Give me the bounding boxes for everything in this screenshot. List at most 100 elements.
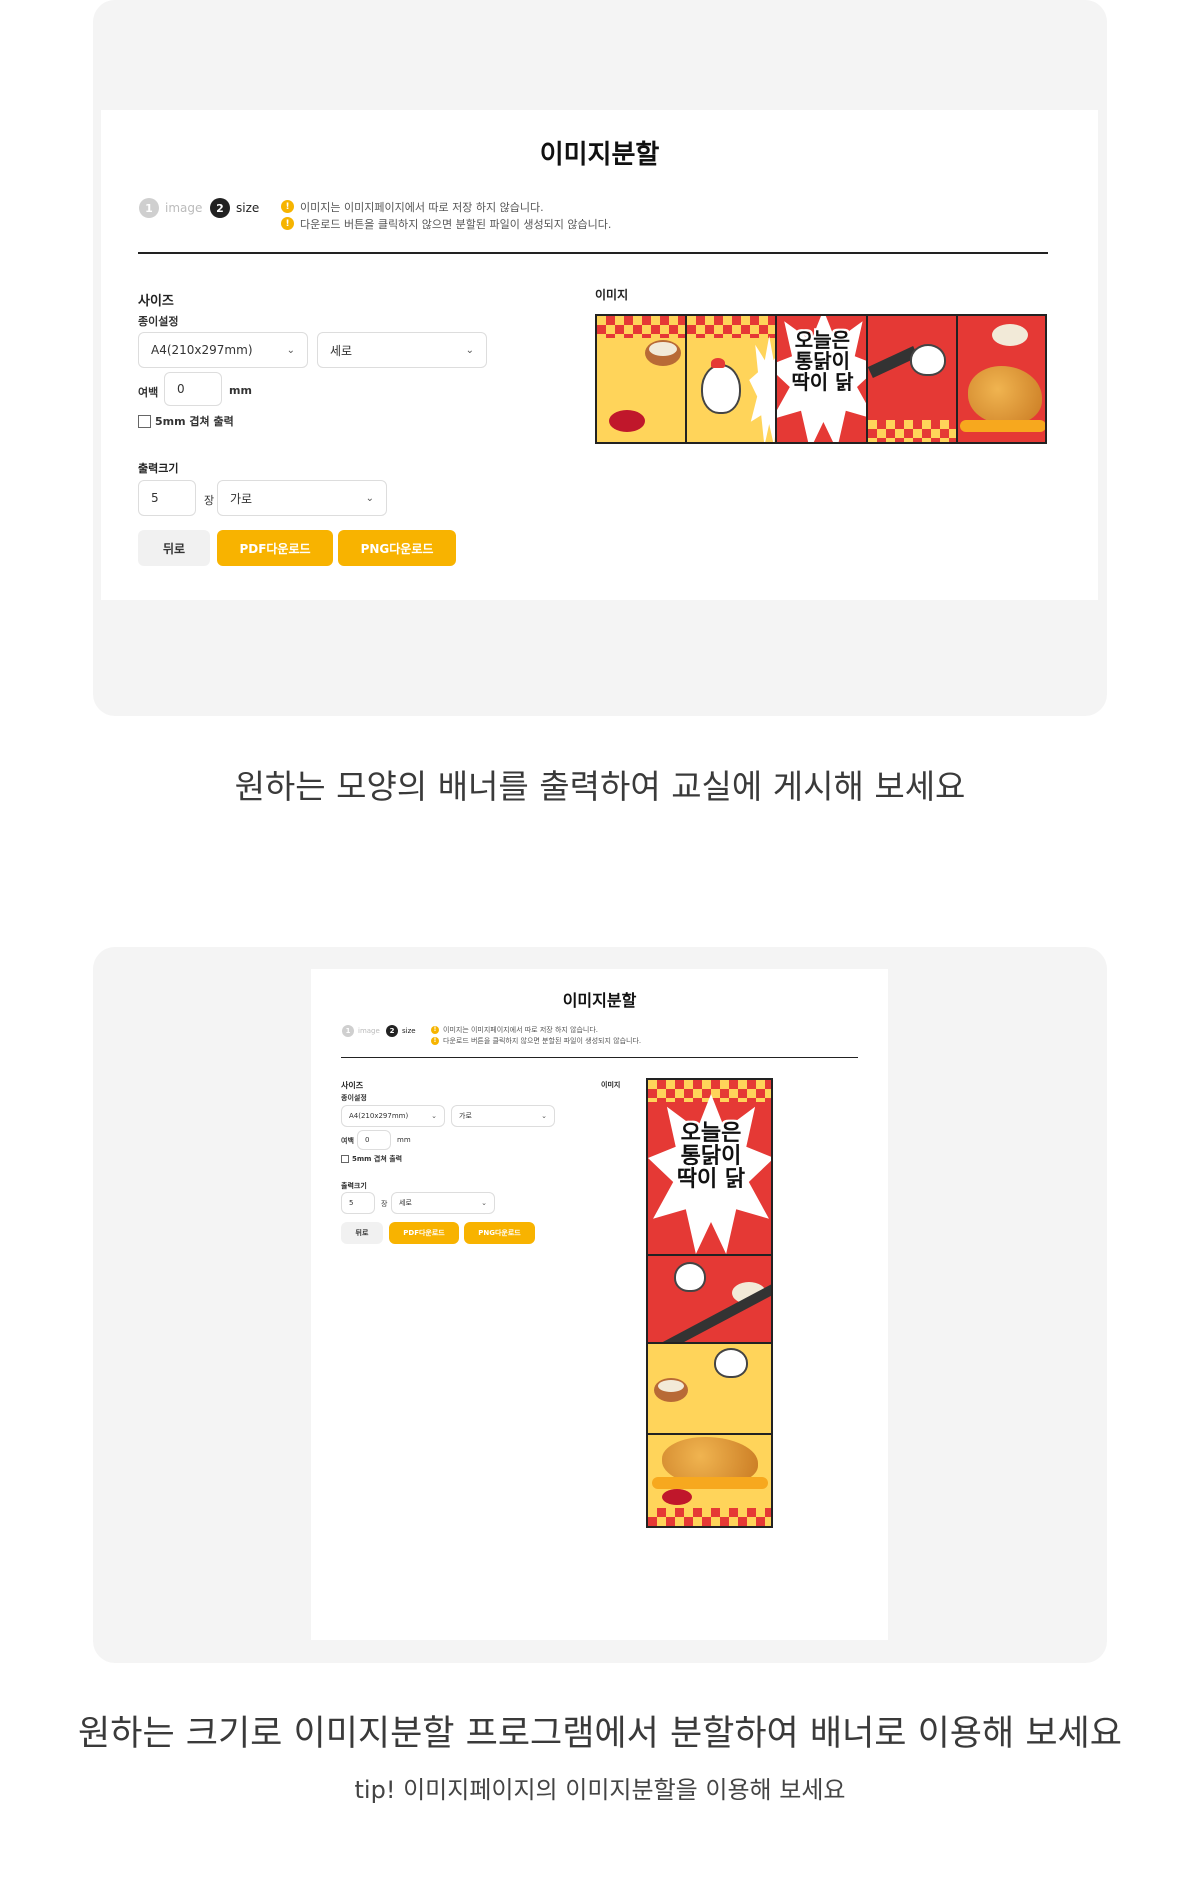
notice-text: 이미지는 이미지페이지에서 따로 저장 하지 않습니다.	[300, 200, 544, 214]
size-heading: 사이즈	[341, 1081, 364, 1090]
step-size[interactable]: 2 size	[386, 1025, 416, 1037]
warning-circle-icon: !	[281, 217, 294, 230]
count-unit: 장	[204, 494, 215, 507]
image-heading: 이미지	[601, 1081, 621, 1089]
margin-input[interactable]: 0	[164, 372, 222, 406]
banner-text: 오늘은 통닭이 딱이 닭	[652, 1122, 770, 1191]
direction-select[interactable]: 세로 ⌄	[391, 1192, 495, 1214]
count-value: 5	[151, 491, 159, 505]
caption-1: 원하는 모양의 배너를 출력하여 교실에 게시해 보세요	[234, 767, 966, 806]
margin-unit: mm	[397, 1136, 411, 1144]
margin-value: 0	[365, 1136, 370, 1144]
step-image[interactable]: 1 image	[139, 198, 202, 218]
banner-tile	[867, 316, 958, 442]
select-value: 세로	[330, 343, 353, 358]
back-button[interactable]: 뒤로	[341, 1222, 383, 1244]
banner-tile: 오늘은 통닭이 딱이 닭	[777, 316, 868, 442]
step-image[interactable]: 1 image	[342, 1025, 380, 1037]
image-split-screen-1: 이미지분할 1 image 2 size ! 이미지는 이미지페이지에서 따로 …	[101, 110, 1098, 600]
checkbox-box[interactable]	[138, 414, 151, 428]
rice	[658, 1379, 684, 1392]
banner-tile	[648, 1343, 771, 1435]
overlap-checkbox[interactable]: 5mm 겹쳐 출력	[341, 1154, 402, 1164]
margin-unit: mm	[229, 384, 252, 397]
step-label: size	[402, 1027, 416, 1035]
tip-text: tip! 이미지페이지의 이미지분할을 이용해 보세요	[354, 1776, 846, 1804]
margin-label: 여백	[138, 386, 159, 399]
png-download-button[interactable]: PNG다운로드	[338, 530, 456, 566]
chevron-down-icon: ⌄	[481, 1199, 487, 1207]
banner-line: 오늘은	[680, 1121, 742, 1146]
banner-tile	[957, 316, 1045, 442]
notice-item: ! 다운로드 버튼을 클릭하지 않으면 분할된 파일이 생성되지 않습니다.	[281, 215, 611, 232]
step-number: 2	[210, 198, 230, 218]
chicken-mascot	[909, 344, 946, 376]
banner-line: 통닭이	[794, 349, 850, 373]
notice-text: 이미지는 이미지페이지에서 따로 저장 하지 않습니다.	[443, 1025, 599, 1034]
warning-circle-icon: !	[431, 1036, 439, 1045]
checkbox-box[interactable]	[341, 1155, 349, 1163]
pdf-download-button[interactable]: PDF다운로드	[389, 1222, 459, 1244]
notice-item: ! 다운로드 버튼을 클릭하지 않으면 분할된 파일이 생성되지 않습니다.	[431, 1035, 641, 1046]
margin-label: 여백	[341, 1137, 354, 1145]
rice-bowl	[991, 324, 1028, 346]
burst-shape	[749, 336, 776, 442]
back-button[interactable]: 뒤로	[138, 530, 210, 566]
orientation-select[interactable]: 가로 ⌄	[451, 1105, 555, 1127]
paper-label: 종이설정	[341, 1094, 367, 1102]
margin-input[interactable]: 0	[357, 1130, 391, 1150]
banner-tile: 오늘은 통닭이 딱이 닭	[648, 1080, 771, 1257]
notice-list: ! 이미지는 이미지페이지에서 따로 저장 하지 않습니다. ! 다운로드 버튼…	[431, 1024, 641, 1046]
chevron-down-icon: ⌄	[465, 344, 474, 356]
chevron-down-icon: ⌄	[541, 1112, 547, 1120]
step-label: image	[165, 201, 203, 215]
select-value: 가로	[459, 1112, 472, 1120]
count-unit: 장	[381, 1200, 388, 1208]
warning-circle-icon: !	[281, 200, 294, 213]
banner-line: 통닭이	[680, 1144, 742, 1170]
count-input[interactable]: 5	[341, 1192, 375, 1214]
banner-tile	[648, 1256, 771, 1344]
pdf-download-button[interactable]: PDF다운로드	[217, 530, 333, 566]
count-input[interactable]: 5	[138, 480, 196, 516]
paper-label: 종이설정	[138, 315, 179, 328]
divider	[138, 252, 1048, 254]
notice-list: ! 이미지는 이미지페이지에서 따로 저장 하지 않습니다. ! 다운로드 버튼…	[281, 198, 611, 232]
chevron-down-icon: ⌄	[431, 1112, 437, 1120]
checker-pattern	[867, 420, 956, 442]
step-label: size	[236, 201, 260, 215]
select-value: 세로	[399, 1199, 412, 1207]
step-number: 1	[139, 198, 159, 218]
banner-tile	[687, 316, 778, 442]
count-value: 5	[349, 1199, 354, 1207]
pickled-radish-bowl	[609, 410, 645, 432]
notice-text: 다운로드 버튼을 클릭하지 않으면 분할된 파일이 생성되지 않습니다.	[443, 1036, 642, 1045]
step-number: 1	[342, 1025, 354, 1037]
banner-tile	[597, 316, 688, 442]
direction-select[interactable]: 가로 ⌄	[217, 480, 387, 516]
step-number: 2	[386, 1025, 398, 1037]
banner-line: 딱이 닭	[676, 1167, 746, 1193]
banner-preview-vertical: 오늘은 통닭이 딱이 닭	[646, 1078, 773, 1528]
banner-line: 오늘은	[794, 328, 850, 352]
divider	[341, 1057, 858, 1058]
step-label: image	[358, 1027, 380, 1035]
paper-size-select[interactable]: A4(210x297mm) ⌄	[138, 332, 308, 368]
orientation-select[interactable]: 세로 ⌄	[317, 332, 487, 368]
step-size[interactable]: 2 size	[210, 198, 259, 218]
overlap-checkbox[interactable]: 5mm 겹쳐 출력	[138, 413, 234, 429]
banner-tile	[648, 1434, 771, 1526]
paper-size-select[interactable]: A4(210x297mm) ⌄	[341, 1105, 445, 1127]
warning-circle-icon: !	[431, 1025, 439, 1034]
chicken-comb	[711, 358, 726, 368]
chicken-mascot	[714, 1347, 748, 1378]
chicken-mascot	[674, 1262, 706, 1293]
chevron-down-icon: ⌄	[286, 344, 295, 356]
banner-text: 오늘은 통닭이 딱이 닭	[779, 330, 865, 393]
plate	[652, 1476, 768, 1489]
select-value: 가로	[230, 491, 253, 506]
png-download-button[interactable]: PNG다운로드	[464, 1222, 535, 1244]
rice	[649, 342, 677, 356]
output-heading: 출력크기	[341, 1182, 367, 1190]
banner-line: 딱이 닭	[791, 370, 854, 394]
